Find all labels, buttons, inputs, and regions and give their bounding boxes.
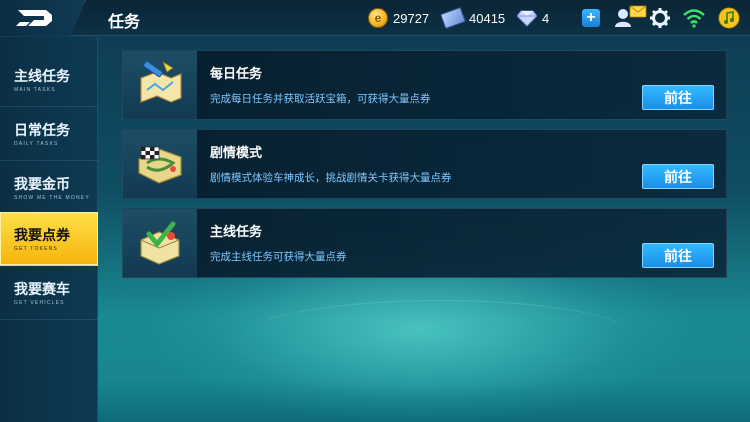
task-name: 每日任务 [210,67,263,82]
sidebar-item-label: 我要赛车 [14,282,70,298]
ticket-counter: 40415 [439,6,506,30]
checklist-icon [140,221,180,265]
task-name: 剧情模式 [210,146,263,161]
sidebar-item-sublabel: MAIN TASKS [14,87,56,93]
task-description: 完成主线任务可获得大量点券 [210,251,347,263]
race-track-icon [138,146,182,184]
coin-icon: e [368,8,388,28]
coin-value: 29727 [393,10,430,26]
coin-counter: e 29727 [368,7,429,29]
task-description: 完成每日任务并获取活跃宝箱，可获得大量点券 [210,93,431,105]
sidebar-item-sublabel: GET TOKENS [14,246,58,252]
task-icon-frame [123,51,197,119]
task-icon-frame [123,130,197,198]
task-card: 每日任务 完成每日任务并获取活跃宝箱，可获得大量点券 前往 [122,50,727,120]
gem-icon [517,10,537,27]
sidebar-item-label: 我要金币 [14,177,70,193]
task-description: 剧情模式体验车神成长，挑战剧情关卡获得大量点券 [210,172,452,184]
ticket-icon [439,6,467,30]
sidebar-item-daily-tasks[interactable]: 日常任务 DAILY TASKS [0,107,98,161]
category-sidebar: 主线任务 MAIN TASKS 日常任务 DAILY TASKS 我要金币 SH… [0,37,98,422]
sidebar-item-get-tokens[interactable]: 我要点券 GET TOKENS [0,212,98,266]
page-title: 任务 [108,12,141,31]
back-button[interactable] [0,0,86,36]
sidebar-item-sublabel: SHOW ME THE MONEY [14,195,90,201]
go-button[interactable]: 前往 [642,243,714,268]
sidebar-item-label: 我要点券 [14,228,70,244]
sidebar-item-get-vehicles[interactable]: 我要赛车 GET VEHICLES [0,266,98,320]
task-card: 主线任务 完成主线任务可获得大量点券 前往 [122,208,727,278]
mail-icon[interactable] [614,5,648,29]
settings-icon[interactable] [650,8,670,28]
sidebar-item-sublabel: GET VEHICLES [14,300,65,306]
wifi-icon [683,9,705,28]
sidebar-item-label: 主线任务 [14,69,70,85]
ticket-value: 40415 [469,10,506,26]
music-icon[interactable] [718,7,740,29]
add-icon[interactable]: + [582,9,600,27]
task-icon-frame [123,209,197,277]
sidebar-item-main-tasks[interactable]: 主线任务 MAIN TASKS [0,53,98,107]
go-button[interactable]: 前往 [642,164,714,189]
go-button[interactable]: 前往 [642,85,714,110]
gem-value: 4 [542,10,550,26]
game-logo-icon [16,10,52,26]
task-name: 主线任务 [210,225,263,240]
map-icon [140,60,182,103]
sidebar-item-sublabel: DAILY TASKS [14,141,59,147]
floor-highlight [240,300,640,380]
sidebar-item-get-coins[interactable]: 我要金币 SHOW ME THE MONEY [0,161,98,215]
task-card: 剧情模式 剧情模式体验车神成长，挑战剧情关卡获得大量点券 前往 [122,129,727,199]
top-bar: 任务 e 29727 40415 4 + [0,0,750,36]
gem-counter: 4 [517,7,549,29]
sidebar-item-label: 日常任务 [14,123,70,139]
